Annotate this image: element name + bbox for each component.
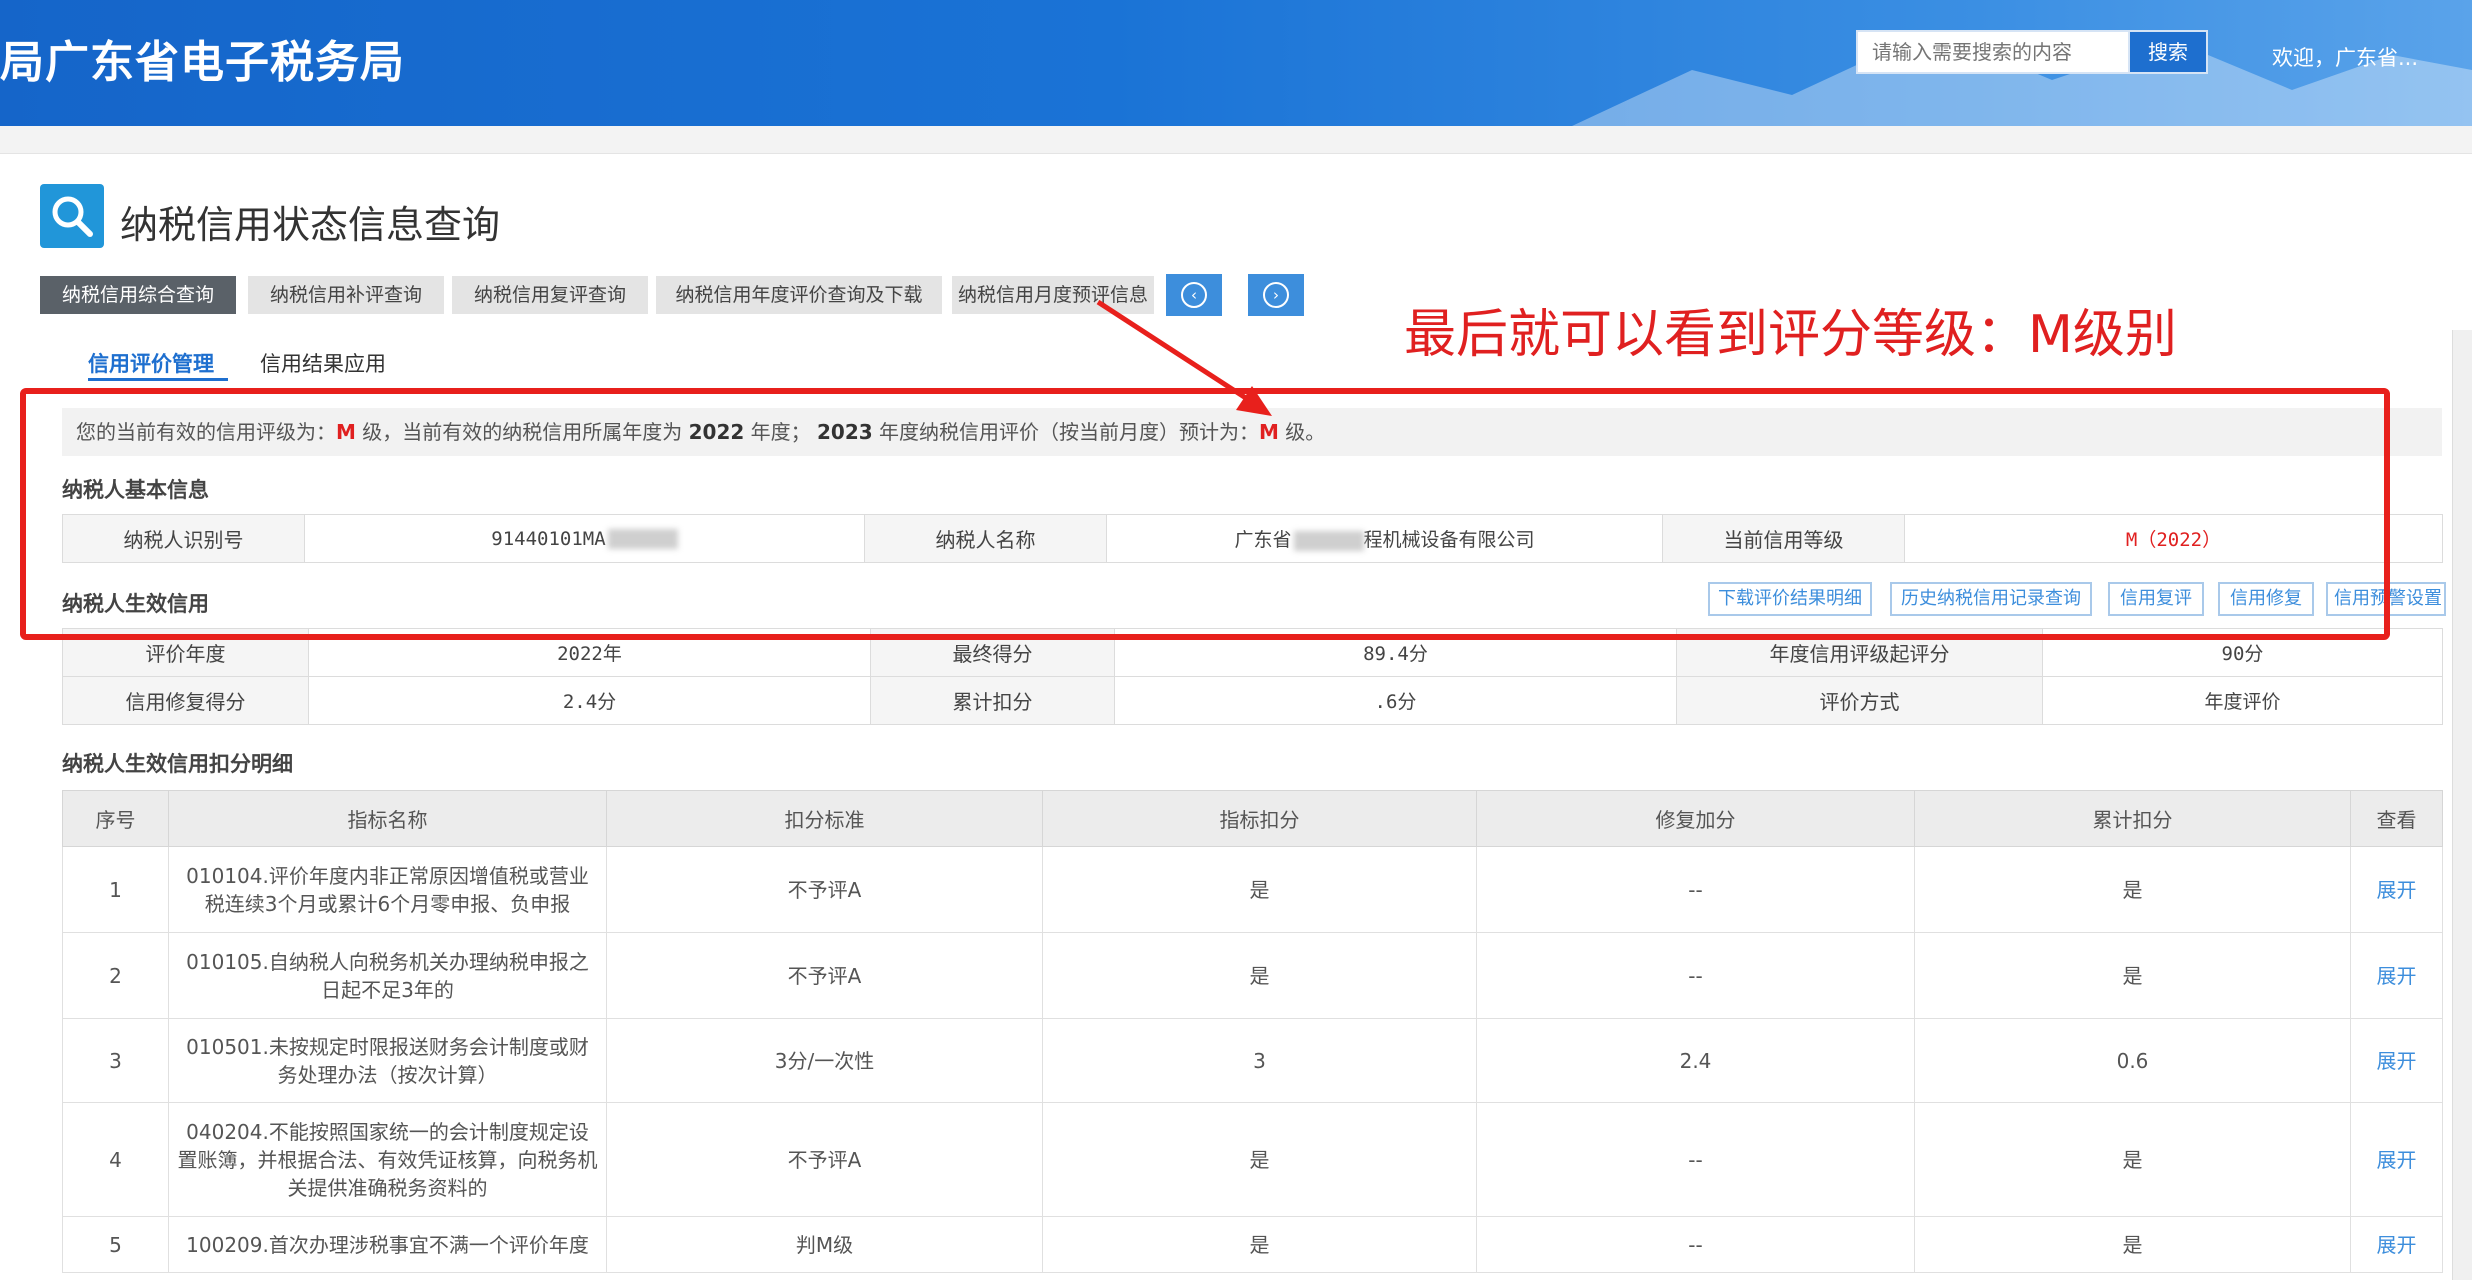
chevron-left-icon: ‹ bbox=[1181, 282, 1207, 308]
expand-link[interactable]: 展开 bbox=[2350, 1102, 2443, 1217]
column-header: 指标名称 bbox=[168, 790, 607, 847]
cell-repair-bonus: -- bbox=[1476, 1216, 1915, 1273]
cell-deduction: 3 bbox=[1042, 1018, 1477, 1103]
table-header-row: 序号 指标名称 扣分标准 指标扣分 修复加分 累计扣分 查看 bbox=[62, 790, 2443, 847]
cell-deduction: 是 bbox=[1042, 932, 1477, 1019]
subtab-underline bbox=[88, 378, 228, 381]
search-box[interactable] bbox=[1856, 30, 2128, 74]
page-title: 纳税信用状态信息查询 bbox=[120, 203, 501, 247]
cell-index: 5 bbox=[62, 1216, 169, 1273]
cell-label: 评价方式 bbox=[1676, 676, 2043, 725]
cell-repair-bonus: 2.4 bbox=[1476, 1018, 1915, 1103]
cell-standard: 不予评A bbox=[606, 932, 1043, 1019]
column-header: 累计扣分 bbox=[1914, 790, 2351, 847]
page-scrollbar[interactable] bbox=[2452, 330, 2472, 1280]
cell-indicator-name: 010105.自纳税人向税务机关办理纳税申报之日起不足3年的 bbox=[168, 932, 607, 1019]
cell-standard: 不予评A bbox=[606, 846, 1043, 933]
expand-link[interactable]: 展开 bbox=[2350, 846, 2443, 933]
cell-standard: 不予评A bbox=[606, 1102, 1043, 1217]
cell-total-deduction: 是 bbox=[1914, 846, 2351, 933]
site-brand: 局广东省电子税务局 bbox=[0, 37, 405, 88]
subtab-credit-results[interactable]: 信用结果应用 bbox=[260, 348, 386, 378]
cell-value: 2.4分 bbox=[308, 676, 871, 725]
table-row: 2 010105.自纳税人向税务机关办理纳税申报之日起不足3年的 不予评A 是 … bbox=[62, 932, 2443, 1019]
cell-index: 4 bbox=[62, 1102, 169, 1217]
table-row: 4 040204.不能按照国家统一的会计制度规定设置账簿，并根据合法、有效凭证核… bbox=[62, 1102, 2443, 1217]
table-row: 信用修复得分 2.4分 累计扣分 .6分 评价方式 年度评价 bbox=[62, 676, 2443, 725]
table-row: 1 010104.评价年度内非正常原因增值税或营业税连续3个月或累计6个月零申报… bbox=[62, 846, 2443, 933]
cell-value: 年度评价 bbox=[2042, 676, 2443, 725]
cell-repair-bonus: -- bbox=[1476, 1102, 1915, 1217]
column-header: 序号 bbox=[62, 790, 169, 847]
cell-indicator-name: 100209.首次办理涉税事宜不满一个评价年度 bbox=[168, 1216, 607, 1273]
cell-total-deduction: 是 bbox=[1914, 1102, 2351, 1217]
tab-monthly-pre-evaluation[interactable]: 纳税信用月度预评信息 bbox=[952, 276, 1154, 314]
search-icon bbox=[40, 184, 104, 248]
cell-indicator-name: 010501.未按规定时限报送财务会计制度或财务处理办法（按次计算） bbox=[168, 1018, 607, 1103]
expand-link[interactable]: 展开 bbox=[2350, 932, 2443, 1019]
column-header: 修复加分 bbox=[1476, 790, 1915, 847]
cell-deduction: 是 bbox=[1042, 1216, 1477, 1273]
column-header: 查看 bbox=[2350, 790, 2443, 847]
column-header: 指标扣分 bbox=[1042, 790, 1477, 847]
expand-link[interactable]: 展开 bbox=[2350, 1216, 2443, 1273]
expand-link[interactable]: 展开 bbox=[2350, 1018, 2443, 1103]
welcome-text[interactable]: 欢迎，广东省... bbox=[2272, 42, 2418, 72]
table-row: 3 010501.未按规定时限报送财务会计制度或财务处理办法（按次计算） 3分/… bbox=[62, 1018, 2443, 1103]
cell-value: .6分 bbox=[1114, 676, 1677, 725]
cell-indicator-name: 040204.不能按照国家统一的会计制度规定设置账簿，并根据合法、有效凭证核算，… bbox=[168, 1102, 607, 1217]
tab-supplementary-query[interactable]: 纳税信用补评查询 bbox=[248, 276, 444, 314]
cell-index: 2 bbox=[62, 932, 169, 1019]
annotation-text: 最后就可以看到评分等级：M级别 bbox=[1404, 305, 2177, 365]
cell-total-deduction: 是 bbox=[1914, 932, 2351, 1019]
chevron-right-icon: › bbox=[1263, 282, 1289, 308]
tab-comprehensive-query[interactable]: 纳税信用综合查询 bbox=[40, 276, 236, 314]
cell-index: 3 bbox=[62, 1018, 169, 1103]
cell-deduction: 是 bbox=[1042, 1102, 1477, 1217]
column-header: 扣分标准 bbox=[606, 790, 1043, 847]
cell-total-deduction: 0.6 bbox=[1914, 1018, 2351, 1103]
cell-label: 信用修复得分 bbox=[62, 676, 309, 725]
cell-repair-bonus: -- bbox=[1476, 932, 1915, 1019]
cell-repair-bonus: -- bbox=[1476, 846, 1915, 933]
cell-standard: 3分/一次性 bbox=[606, 1018, 1043, 1103]
highlight-box bbox=[20, 388, 2390, 640]
header-subbar bbox=[0, 126, 2472, 154]
tab-next-button[interactable]: › bbox=[1248, 274, 1304, 316]
search-input[interactable] bbox=[1872, 40, 2128, 64]
cell-label: 累计扣分 bbox=[870, 676, 1115, 725]
top-header: 局广东省电子税务局 搜索 欢迎，广东省... bbox=[0, 0, 2472, 126]
tab-re-evaluation-query[interactable]: 纳税信用复评查询 bbox=[452, 276, 648, 314]
tab-annual-evaluation-query[interactable]: 纳税信用年度评价查询及下载 bbox=[656, 276, 942, 314]
deduction-detail-table: 序号 指标名称 扣分标准 指标扣分 修复加分 累计扣分 查看 1 010104.… bbox=[62, 790, 2443, 1273]
section-title-deduction-detail: 纳税人生效信用扣分明细 bbox=[62, 752, 293, 776]
cell-deduction: 是 bbox=[1042, 846, 1477, 933]
table-row: 5 100209.首次办理涉税事宜不满一个评价年度 判M级 是 -- 是 展开 bbox=[62, 1216, 2443, 1273]
cell-index: 1 bbox=[62, 846, 169, 933]
cell-standard: 判M级 bbox=[606, 1216, 1043, 1273]
tab-prev-button[interactable]: ‹ bbox=[1166, 274, 1222, 316]
cell-total-deduction: 是 bbox=[1914, 1216, 2351, 1273]
subtab-credit-evaluation[interactable]: 信用评价管理 bbox=[88, 348, 214, 378]
cell-indicator-name: 010104.评价年度内非正常原因增值税或营业税连续3个月或累计6个月零申报、负… bbox=[168, 846, 607, 933]
effective-credit-table: 评价年度 2022年 最终得分 89.4分 年度信用评级起评分 90分 信用修复… bbox=[62, 628, 2443, 725]
search-button[interactable]: 搜索 bbox=[2128, 30, 2208, 74]
